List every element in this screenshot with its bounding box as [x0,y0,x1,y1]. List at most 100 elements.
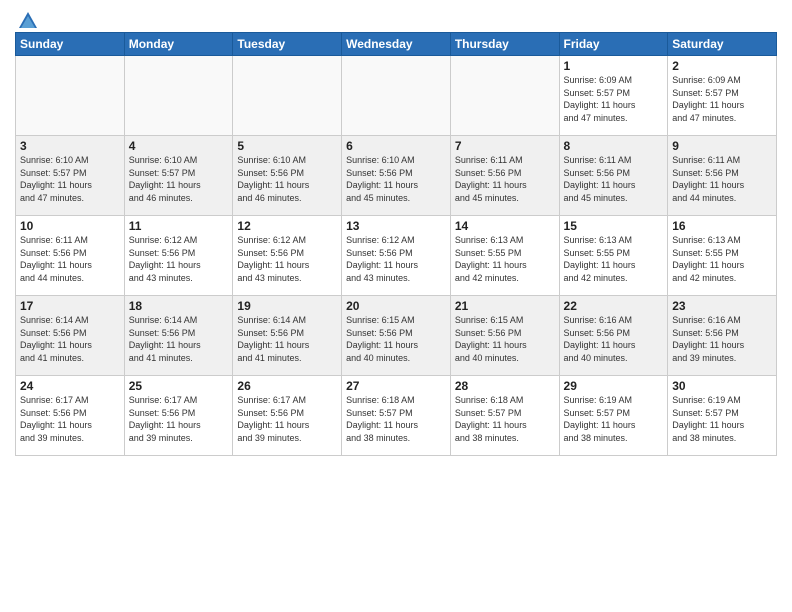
calendar-cell [233,56,342,136]
day-number: 19 [237,299,337,313]
calendar-cell [450,56,559,136]
day-number: 9 [672,139,772,153]
day-info: Sunrise: 6:09 AM Sunset: 5:57 PM Dayligh… [672,74,772,124]
day-info: Sunrise: 6:19 AM Sunset: 5:57 PM Dayligh… [672,394,772,444]
day-info: Sunrise: 6:18 AM Sunset: 5:57 PM Dayligh… [455,394,555,444]
day-info: Sunrise: 6:16 AM Sunset: 5:56 PM Dayligh… [564,314,664,364]
calendar-cell: 3Sunrise: 6:10 AM Sunset: 5:57 PM Daylig… [16,136,125,216]
day-number: 16 [672,219,772,233]
calendar-cell: 1Sunrise: 6:09 AM Sunset: 5:57 PM Daylig… [559,56,668,136]
day-number: 17 [20,299,120,313]
weekday-header-wednesday: Wednesday [342,33,451,56]
calendar-header-row: SundayMondayTuesdayWednesdayThursdayFrid… [16,33,777,56]
day-info: Sunrise: 6:14 AM Sunset: 5:56 PM Dayligh… [129,314,229,364]
day-info: Sunrise: 6:18 AM Sunset: 5:57 PM Dayligh… [346,394,446,444]
calendar-cell: 2Sunrise: 6:09 AM Sunset: 5:57 PM Daylig… [668,56,777,136]
calendar-cell: 28Sunrise: 6:18 AM Sunset: 5:57 PM Dayli… [450,376,559,456]
day-number: 13 [346,219,446,233]
weekday-header-tuesday: Tuesday [233,33,342,56]
day-number: 24 [20,379,120,393]
calendar-cell: 4Sunrise: 6:10 AM Sunset: 5:57 PM Daylig… [124,136,233,216]
day-number: 10 [20,219,120,233]
calendar-cell: 16Sunrise: 6:13 AM Sunset: 5:55 PM Dayli… [668,216,777,296]
logo-icon [17,10,39,30]
calendar-week-row: 24Sunrise: 6:17 AM Sunset: 5:56 PM Dayli… [16,376,777,456]
day-number: 2 [672,59,772,73]
day-number: 30 [672,379,772,393]
day-info: Sunrise: 6:16 AM Sunset: 5:56 PM Dayligh… [672,314,772,364]
day-info: Sunrise: 6:12 AM Sunset: 5:56 PM Dayligh… [346,234,446,284]
day-info: Sunrise: 6:10 AM Sunset: 5:56 PM Dayligh… [237,154,337,204]
day-info: Sunrise: 6:11 AM Sunset: 5:56 PM Dayligh… [564,154,664,204]
day-number: 21 [455,299,555,313]
day-number: 5 [237,139,337,153]
weekday-header-thursday: Thursday [450,33,559,56]
day-number: 6 [346,139,446,153]
calendar-cell: 25Sunrise: 6:17 AM Sunset: 5:56 PM Dayli… [124,376,233,456]
day-info: Sunrise: 6:10 AM Sunset: 5:57 PM Dayligh… [20,154,120,204]
calendar-cell: 24Sunrise: 6:17 AM Sunset: 5:56 PM Dayli… [16,376,125,456]
page: SundayMondayTuesdayWednesdayThursdayFrid… [0,0,792,612]
calendar-week-row: 1Sunrise: 6:09 AM Sunset: 5:57 PM Daylig… [16,56,777,136]
day-info: Sunrise: 6:12 AM Sunset: 5:56 PM Dayligh… [237,234,337,284]
day-number: 26 [237,379,337,393]
day-number: 7 [455,139,555,153]
logo-area [15,10,39,26]
calendar-cell [16,56,125,136]
calendar-cell: 21Sunrise: 6:15 AM Sunset: 5:56 PM Dayli… [450,296,559,376]
day-info: Sunrise: 6:09 AM Sunset: 5:57 PM Dayligh… [564,74,664,124]
day-number: 8 [564,139,664,153]
day-number: 20 [346,299,446,313]
day-info: Sunrise: 6:12 AM Sunset: 5:56 PM Dayligh… [129,234,229,284]
calendar-cell: 5Sunrise: 6:10 AM Sunset: 5:56 PM Daylig… [233,136,342,216]
day-info: Sunrise: 6:17 AM Sunset: 5:56 PM Dayligh… [129,394,229,444]
calendar-cell: 22Sunrise: 6:16 AM Sunset: 5:56 PM Dayli… [559,296,668,376]
calendar-cell: 15Sunrise: 6:13 AM Sunset: 5:55 PM Dayli… [559,216,668,296]
calendar-cell [342,56,451,136]
calendar-cell: 23Sunrise: 6:16 AM Sunset: 5:56 PM Dayli… [668,296,777,376]
calendar-cell: 10Sunrise: 6:11 AM Sunset: 5:56 PM Dayli… [16,216,125,296]
calendar-cell [124,56,233,136]
day-info: Sunrise: 6:17 AM Sunset: 5:56 PM Dayligh… [237,394,337,444]
day-info: Sunrise: 6:10 AM Sunset: 5:56 PM Dayligh… [346,154,446,204]
day-number: 15 [564,219,664,233]
weekday-header-saturday: Saturday [668,33,777,56]
calendar-cell: 29Sunrise: 6:19 AM Sunset: 5:57 PM Dayli… [559,376,668,456]
calendar-cell: 30Sunrise: 6:19 AM Sunset: 5:57 PM Dayli… [668,376,777,456]
day-info: Sunrise: 6:11 AM Sunset: 5:56 PM Dayligh… [672,154,772,204]
calendar-cell: 26Sunrise: 6:17 AM Sunset: 5:56 PM Dayli… [233,376,342,456]
day-info: Sunrise: 6:10 AM Sunset: 5:57 PM Dayligh… [129,154,229,204]
calendar-cell: 7Sunrise: 6:11 AM Sunset: 5:56 PM Daylig… [450,136,559,216]
calendar-cell: 19Sunrise: 6:14 AM Sunset: 5:56 PM Dayli… [233,296,342,376]
calendar-cell: 6Sunrise: 6:10 AM Sunset: 5:56 PM Daylig… [342,136,451,216]
day-info: Sunrise: 6:19 AM Sunset: 5:57 PM Dayligh… [564,394,664,444]
day-number: 4 [129,139,229,153]
day-number: 28 [455,379,555,393]
calendar-cell: 13Sunrise: 6:12 AM Sunset: 5:56 PM Dayli… [342,216,451,296]
calendar-week-row: 10Sunrise: 6:11 AM Sunset: 5:56 PM Dayli… [16,216,777,296]
weekday-header-friday: Friday [559,33,668,56]
day-info: Sunrise: 6:15 AM Sunset: 5:56 PM Dayligh… [455,314,555,364]
calendar-cell: 12Sunrise: 6:12 AM Sunset: 5:56 PM Dayli… [233,216,342,296]
day-info: Sunrise: 6:11 AM Sunset: 5:56 PM Dayligh… [455,154,555,204]
day-info: Sunrise: 6:15 AM Sunset: 5:56 PM Dayligh… [346,314,446,364]
day-number: 3 [20,139,120,153]
day-number: 18 [129,299,229,313]
day-info: Sunrise: 6:13 AM Sunset: 5:55 PM Dayligh… [564,234,664,284]
weekday-header-monday: Monday [124,33,233,56]
calendar-week-row: 17Sunrise: 6:14 AM Sunset: 5:56 PM Dayli… [16,296,777,376]
day-info: Sunrise: 6:13 AM Sunset: 5:55 PM Dayligh… [455,234,555,284]
day-info: Sunrise: 6:13 AM Sunset: 5:55 PM Dayligh… [672,234,772,284]
day-info: Sunrise: 6:14 AM Sunset: 5:56 PM Dayligh… [20,314,120,364]
day-number: 1 [564,59,664,73]
calendar-cell: 11Sunrise: 6:12 AM Sunset: 5:56 PM Dayli… [124,216,233,296]
day-info: Sunrise: 6:17 AM Sunset: 5:56 PM Dayligh… [20,394,120,444]
calendar-cell: 14Sunrise: 6:13 AM Sunset: 5:55 PM Dayli… [450,216,559,296]
day-number: 27 [346,379,446,393]
day-info: Sunrise: 6:14 AM Sunset: 5:56 PM Dayligh… [237,314,337,364]
day-number: 25 [129,379,229,393]
day-number: 11 [129,219,229,233]
calendar-cell: 27Sunrise: 6:18 AM Sunset: 5:57 PM Dayli… [342,376,451,456]
calendar-cell: 18Sunrise: 6:14 AM Sunset: 5:56 PM Dayli… [124,296,233,376]
calendar-cell: 20Sunrise: 6:15 AM Sunset: 5:56 PM Dayli… [342,296,451,376]
